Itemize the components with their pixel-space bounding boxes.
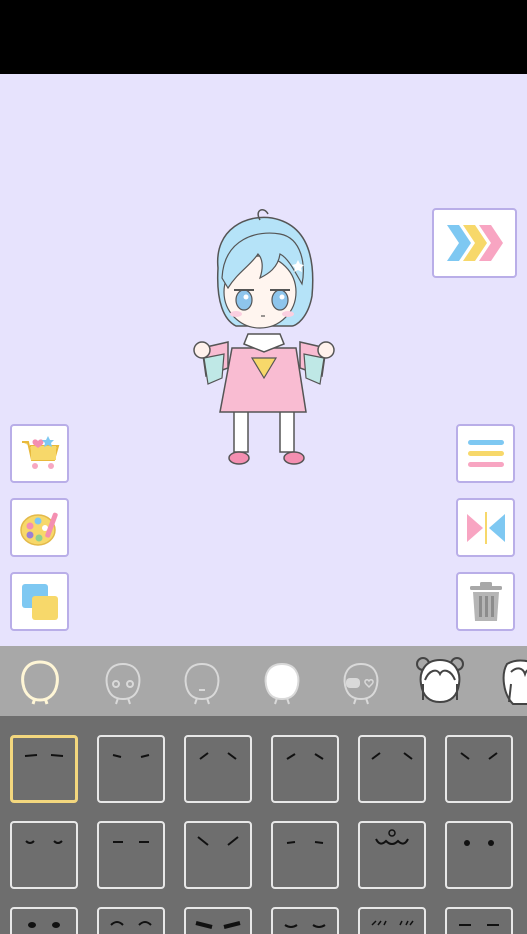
face-preview-icon	[460, 752, 498, 760]
hair-bear-icon	[416, 657, 464, 704]
option-tile[interactable]	[358, 735, 426, 803]
category-bar	[0, 646, 527, 716]
category-face-accessory[interactable]	[333, 654, 389, 708]
category-head-outline[interactable]	[12, 654, 68, 708]
option-tile[interactable]	[271, 821, 339, 889]
face-preview-icon	[28, 922, 60, 928]
shopping-cart-icon	[21, 435, 59, 469]
face-preview-icon	[371, 752, 413, 760]
face-preview-icon	[459, 924, 499, 926]
option-tile[interactable]	[184, 907, 252, 934]
face-preview-icon	[112, 754, 150, 758]
option-tile[interactable]	[445, 907, 513, 934]
shop-cart-button[interactable]	[10, 424, 69, 483]
option-tile[interactable]	[184, 735, 252, 803]
face-accessory-icon	[343, 662, 379, 705]
face-preview-icon	[375, 829, 409, 845]
option-tile[interactable]	[358, 907, 426, 934]
face-blank-icon	[264, 662, 300, 705]
category-hair-bear[interactable]	[412, 654, 468, 708]
option-tile[interactable]	[97, 821, 165, 889]
menu-lines-icon	[467, 439, 504, 467]
flip-horizontal-icon	[466, 511, 505, 544]
face-preview-icon	[199, 752, 237, 760]
face-preview-icon	[197, 836, 239, 846]
face-preview-icon	[24, 754, 64, 757]
option-tile[interactable]	[445, 735, 513, 803]
option-tile[interactable]	[97, 907, 165, 934]
category-hair-side[interactable]	[490, 654, 527, 708]
face-preview-icon	[464, 840, 494, 846]
face-preview-icon	[286, 753, 324, 760]
category-face-blank[interactable]	[254, 654, 310, 708]
face-preview-icon	[371, 920, 414, 926]
category-face-eyes[interactable]	[95, 654, 151, 708]
category-face-mouth[interactable]	[174, 654, 230, 708]
trash-icon	[469, 581, 502, 621]
face-preview-icon	[110, 921, 152, 926]
option-tile[interactable]	[10, 907, 78, 934]
option-tile[interactable]	[10, 735, 78, 803]
palette-icon	[19, 512, 58, 546]
next-arrows-button[interactable]	[432, 208, 517, 278]
option-tile[interactable]	[358, 821, 426, 889]
flip-button[interactable]	[456, 498, 515, 557]
face-preview-icon	[113, 841, 149, 843]
triple-chevron-icon	[446, 225, 503, 261]
option-tile[interactable]	[10, 821, 78, 889]
face-mouth-icon	[184, 662, 220, 705]
status-bar	[0, 0, 527, 74]
option-tile[interactable]	[271, 907, 339, 934]
head-outline-icon	[21, 660, 59, 705]
color-palette-button[interactable]	[10, 498, 69, 557]
option-grid	[0, 716, 527, 934]
face-eyes-icon	[105, 662, 141, 705]
option-tile[interactable]	[184, 821, 252, 889]
face-preview-icon	[286, 841, 324, 844]
option-tile[interactable]	[97, 735, 165, 803]
menu-button[interactable]	[456, 424, 515, 483]
delete-button[interactable]	[456, 572, 515, 631]
face-preview-icon	[25, 840, 63, 844]
layers-icon	[21, 583, 58, 620]
option-tile[interactable]	[445, 821, 513, 889]
character-stage	[0, 74, 527, 646]
character-avatar[interactable]	[188, 208, 340, 470]
background-button[interactable]	[10, 572, 69, 631]
option-tile[interactable]	[271, 735, 339, 803]
face-preview-icon	[284, 924, 326, 928]
face-preview-icon	[195, 921, 241, 929]
hair-side-icon	[502, 659, 527, 705]
